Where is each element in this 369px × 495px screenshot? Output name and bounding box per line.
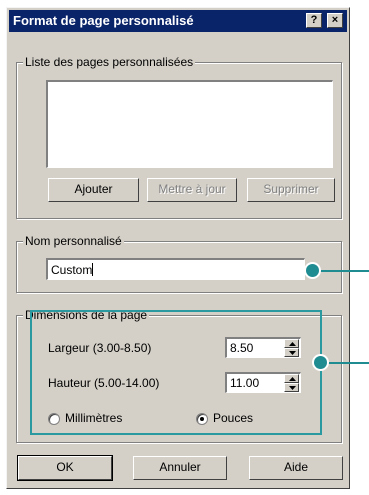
custom-pages-list[interactable]: [46, 80, 333, 168]
add-button[interactable]: Ajouter: [48, 178, 139, 202]
callout-line-dimensions: [320, 362, 369, 364]
callout-marker-dimensions: [314, 356, 327, 369]
ok-button[interactable]: OK: [17, 455, 113, 481]
callout-line-name: [312, 270, 369, 272]
dialog-title: Format de page personnalisé: [13, 13, 194, 28]
close-icon: ×: [331, 14, 339, 26]
update-button[interactable]: Mettre à jour: [147, 178, 237, 202]
custom-name-value: Custom: [51, 263, 93, 277]
text-caret: [92, 263, 94, 276]
delete-button[interactable]: Supprimer: [247, 178, 335, 202]
close-button[interactable]: ×: [327, 13, 343, 28]
cancel-button[interactable]: Annuler: [133, 456, 227, 480]
help-button[interactable]: ?: [306, 13, 322, 28]
custom-pages-legend: Liste des pages personnalisées: [23, 55, 196, 69]
custom-name-legend: Nom personnalisé: [23, 234, 124, 248]
custom-name-input[interactable]: Custom: [46, 258, 305, 280]
callout-marker-name: [306, 264, 319, 277]
dimensions-highlight-frame: [30, 310, 322, 435]
title-bar[interactable]: Format de page personnalisé ? ×: [9, 10, 347, 32]
help-footer-button[interactable]: Aide: [249, 456, 343, 480]
